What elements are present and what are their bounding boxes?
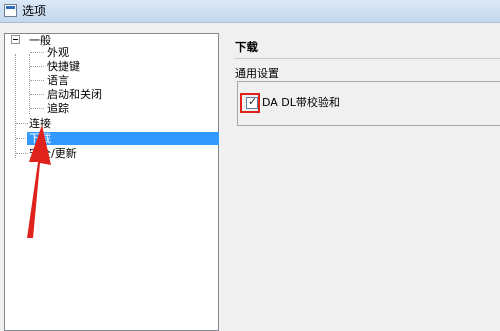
app-icon [4,4,17,17]
highlight-box [240,93,260,113]
tree-item-connection[interactable]: 连接 [29,117,51,130]
category-tree[interactable]: 一般 外观 快捷键 语言 启动和关闭 追踪 连接 下载 安全/更新 [4,33,219,331]
group-label: 通用设置 [235,67,279,80]
tree-item-download[interactable]: 下载 [27,132,219,145]
general-settings-group: ✓ DA DL带校验和 [237,81,500,126]
window-title: 选项 [22,4,47,18]
tree-item-startup-shutdown[interactable]: 启动和关闭 [47,88,102,101]
checksum-checkbox-label[interactable]: DA DL带校验和 [262,96,340,110]
tree-item-language[interactable]: 语言 [47,74,69,87]
tree-item-appearance[interactable]: 外观 [47,46,69,59]
settings-panel: 下载 通用设置 ✓ DA DL带校验和 [235,23,500,331]
collapse-toggle-icon[interactable] [11,35,20,44]
tree-item-shortcuts[interactable]: 快捷键 [47,60,80,73]
panel-header: 下载 [235,40,258,54]
tree-item-security-update[interactable]: 安全/更新 [29,147,77,160]
tree-item-tracking[interactable]: 追踪 [47,102,69,115]
header-divider [235,58,500,59]
title-bar: 选项 [0,0,500,23]
options-dialog: 一般 外观 快捷键 语言 启动和关闭 追踪 连接 下载 安全/更新 下载 通用设… [0,23,500,331]
